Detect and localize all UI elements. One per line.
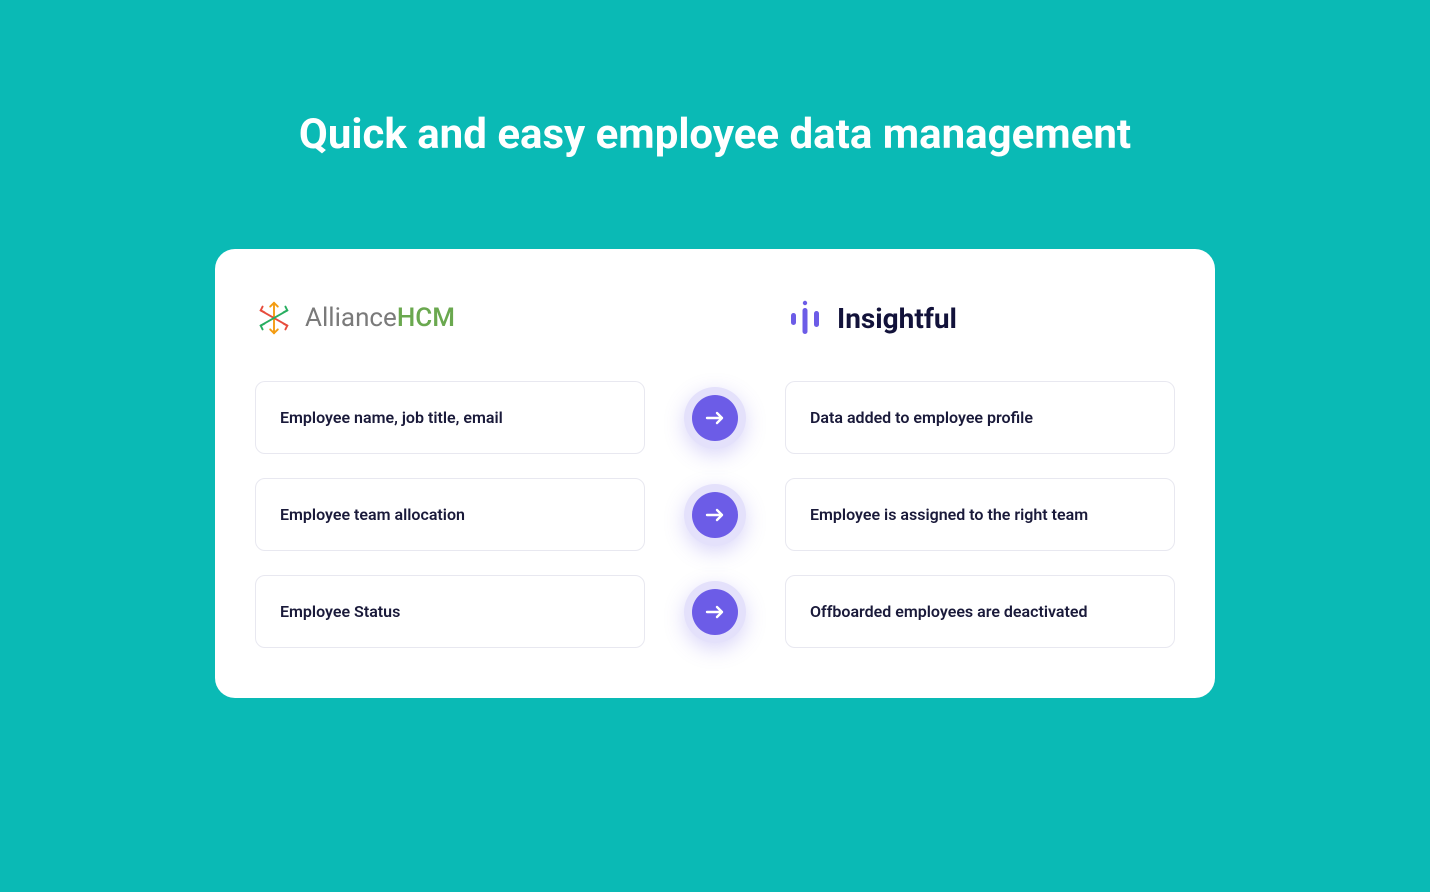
source-item: Employee Status [255, 575, 645, 648]
source-item: Employee team allocation [255, 478, 645, 551]
alliance-hcm-wordmark: AllianceHCM [305, 303, 455, 333]
alliance-hcm-logo: AllianceHCM [255, 299, 645, 337]
arrow-icon [675, 484, 755, 546]
arrow-icon [675, 581, 755, 643]
target-item: Employee is assigned to the right team [785, 478, 1175, 551]
integration-card: AllianceHCM Insightful Employee name, jo… [215, 249, 1215, 698]
hcm-text: HCM [397, 303, 455, 333]
target-item: Data added to employee profile [785, 381, 1175, 454]
page-title: Quick and easy employee data management [299, 110, 1131, 159]
arrow-icon [675, 387, 755, 449]
source-item: Employee name, job title, email [255, 381, 645, 454]
target-item: Offboarded employees are deactivated [785, 575, 1175, 648]
spacer [675, 328, 755, 329]
alliance-text: Alliance [305, 303, 397, 333]
insightful-logo: Insightful [785, 299, 1175, 337]
snowflake-icon [255, 299, 293, 337]
insightful-bars-icon [785, 299, 825, 337]
insightful-wordmark: Insightful [837, 302, 957, 335]
